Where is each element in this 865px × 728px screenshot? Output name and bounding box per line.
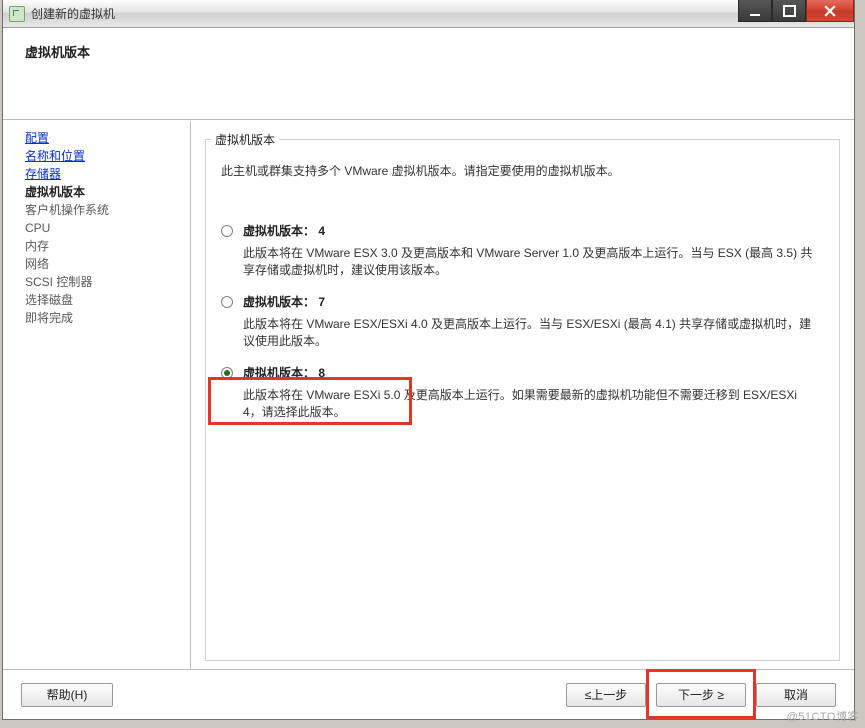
watermark: @51CTO博客 (787, 708, 859, 724)
sidebar-item-finish: 即将完成 (25, 309, 184, 327)
sidebar-item-cpu: CPU (25, 219, 184, 237)
option-vm-version-4[interactable]: 虚拟机版本： 4 (221, 222, 824, 239)
step-sidebar: 配置 名称和位置 存储器 虚拟机版本 客户机操作系统 CPU 内存 网络 SCS… (3, 121, 191, 669)
back-button[interactable]: ≤上一步 (566, 683, 646, 707)
maximize-button[interactable] (772, 0, 806, 22)
content-area: 虚拟机版本 此主机或群集支持多个 VMware 虚拟机版本。请指定要使用的虚拟机… (191, 121, 854, 669)
titlebar: 创建新的虚拟机 (3, 0, 854, 28)
help-button[interactable]: 帮助(H) (21, 683, 113, 707)
sidebar-item-network: 网络 (25, 255, 184, 273)
wizard-body: 配置 名称和位置 存储器 虚拟机版本 客户机操作系统 CPU 内存 网络 SCS… (3, 120, 854, 669)
next-button-wrap: 下一步 ≥ (656, 683, 746, 707)
window-controls (738, 0, 854, 22)
option-vm-version-7-desc: 此版本将在 VMware ESX/ESXi 4.0 及更高版本上运行。当与 ES… (243, 316, 813, 350)
close-icon (824, 5, 836, 17)
vm-version-fieldset: 虚拟机版本 此主机或群集支持多个 VMware 虚拟机版本。请指定要使用的虚拟机… (205, 131, 840, 661)
page-title: 虚拟机版本 (25, 42, 832, 61)
option-vm-version-4-desc: 此版本将在 VMware ESX 3.0 及更高版本和 VMware Serve… (243, 245, 813, 279)
option-vm-version-8[interactable]: 虚拟机版本： 8 (221, 364, 824, 381)
sidebar-item-guest-os: 客户机操作系统 (25, 201, 184, 219)
sidebar-item-memory: 内存 (25, 237, 184, 255)
vsphere-icon (9, 6, 25, 22)
sidebar-item-disk: 选择磁盘 (25, 291, 184, 309)
wizard-footer: 帮助(H) ≤上一步 下一步 ≥ 取消 (3, 669, 854, 719)
sidebar-item-scsi: SCSI 控制器 (25, 273, 184, 291)
radio-label: 虚拟机版本： 4 (243, 222, 325, 239)
option-vm-version-8-desc: 此版本将在 VMware ESXi 5.0 及更高版本上运行。如果需要最新的虚拟… (243, 387, 813, 421)
radio-label: 虚拟机版本： 8 (243, 364, 325, 381)
option-vm-version-7[interactable]: 虚拟机版本： 7 (221, 293, 824, 310)
cancel-button[interactable]: 取消 (756, 683, 836, 707)
fieldset-content: 此主机或群集支持多个 VMware 虚拟机版本。请指定要使用的虚拟机版本。 虚拟… (205, 148, 840, 443)
wizard-header: 虚拟机版本 (3, 28, 854, 120)
window-title: 创建新的虚拟机 (31, 5, 115, 22)
radio-icon (221, 367, 233, 379)
sidebar-item-vm-version: 虚拟机版本 (25, 183, 184, 201)
radio-label: 虚拟机版本： 7 (243, 293, 325, 310)
wizard-window: 创建新的虚拟机 虚拟机版本 配置 名称和位置 存储器 虚拟机版本 客户机操作系统… (2, 0, 855, 720)
sidebar-item-storage[interactable]: 存储器 (25, 165, 184, 183)
sidebar-item-name-location[interactable]: 名称和位置 (25, 147, 184, 165)
radio-icon (221, 296, 233, 308)
next-button[interactable]: 下一步 ≥ (656, 683, 746, 707)
sidebar-item-config[interactable]: 配置 (25, 129, 184, 147)
fieldset-legend: 虚拟机版本 (211, 133, 279, 147)
radio-icon (221, 225, 233, 237)
close-button[interactable] (806, 0, 854, 22)
minimize-button[interactable] (738, 0, 772, 22)
intro-text: 此主机或群集支持多个 VMware 虚拟机版本。请指定要使用的虚拟机版本。 (221, 160, 824, 182)
